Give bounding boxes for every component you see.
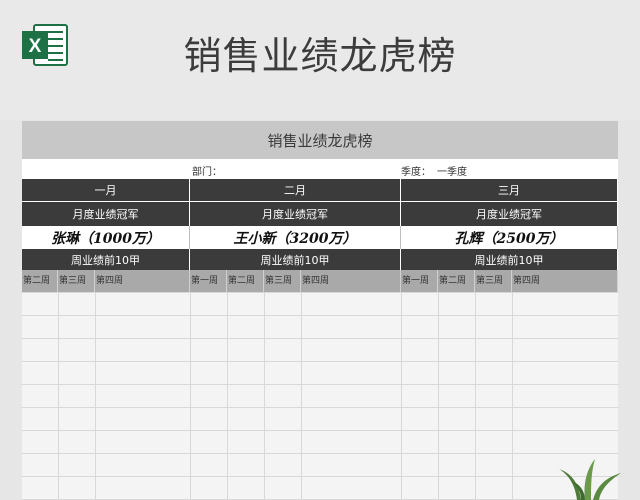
- week-header[interactable]: 第二周: [438, 270, 475, 292]
- month-cell[interactable]: 一月: [22, 179, 190, 201]
- plant-icon: [559, 459, 621, 500]
- month-cell[interactable]: 三月: [401, 179, 618, 201]
- top10-label[interactable]: 周业绩前10甲: [190, 249, 401, 270]
- week-header[interactable]: 第二周: [22, 270, 58, 292]
- champion-label[interactable]: 月度业绩冠军: [22, 202, 190, 226]
- week-header[interactable]: 第四周: [301, 270, 401, 292]
- month-cell[interactable]: 二月: [190, 179, 401, 201]
- week-header[interactable]: 第四周: [95, 270, 190, 292]
- data-grid[interactable]: [22, 292, 618, 500]
- week-header[interactable]: 第三周: [475, 270, 512, 292]
- top-banner: X 销售业绩龙虎榜: [0, 0, 640, 120]
- week-header[interactable]: 第二周: [227, 270, 264, 292]
- page-title: 销售业绩龙虎榜: [183, 34, 457, 78]
- dept-label: 部门：: [192, 167, 222, 178]
- champion-label-row: 月度业绩冠军 月度业绩冠军 月度业绩冠军: [22, 202, 618, 226]
- quarter-label: 季度：: [401, 167, 431, 178]
- top10-label[interactable]: 周业绩前10甲: [401, 249, 618, 270]
- champion-cell[interactable]: 张琳（1000万）: [22, 226, 190, 249]
- sheet-title: 销售业绩龙虎榜: [22, 121, 618, 159]
- info-row: 部门： 季度： 一季度: [22, 159, 618, 179]
- week-header[interactable]: 第三周: [264, 270, 301, 292]
- champion-label[interactable]: 月度业绩冠军: [401, 202, 618, 226]
- week-header-row: 第二周 第三周 第四周 第一周 第二周 第三周 第四周 第一周 第二周 第三周 …: [22, 270, 618, 292]
- champion-cell[interactable]: 孔辉（2500万）: [401, 226, 618, 249]
- spreadsheet: 销售业绩龙虎榜 部门： 季度： 一季度 一月 二月 三月 月度业绩冠军 月度业绩…: [22, 121, 618, 500]
- top10-label[interactable]: 周业绩前10甲: [22, 249, 190, 270]
- champion-label[interactable]: 月度业绩冠军: [190, 202, 401, 226]
- month-row: 一月 二月 三月: [22, 179, 618, 202]
- quarter-value[interactable]: 一季度: [437, 163, 467, 178]
- week-header[interactable]: 第一周: [190, 270, 227, 292]
- week-header[interactable]: 第四周: [512, 270, 618, 292]
- champion-row: 张琳（1000万） 王小新（3200万） 孔辉（2500万）: [22, 226, 618, 249]
- champion-cell[interactable]: 王小新（3200万）: [190, 226, 401, 249]
- week-header[interactable]: 第三周: [58, 270, 95, 292]
- week-header[interactable]: 第一周: [401, 270, 438, 292]
- top10-row: 周业绩前10甲 周业绩前10甲 周业绩前10甲: [22, 249, 618, 270]
